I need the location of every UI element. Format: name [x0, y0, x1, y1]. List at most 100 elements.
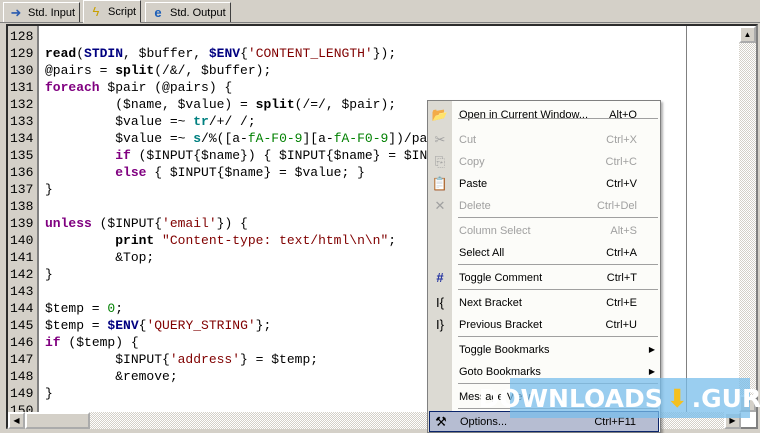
menu-separator: [458, 336, 658, 337]
code-token: ][a-: [302, 131, 334, 146]
code-line: ($name, $value) = split(/=/, $pair);: [45, 96, 396, 113]
menu-item-toggle-comment[interactable]: # Toggle Comment Ctrl+T: [429, 267, 659, 288]
menu-item-shortcut: Ctrl+E: [606, 296, 637, 309]
code-token: $temp =: [45, 301, 108, 316]
menu-separator: [458, 289, 658, 290]
tab-script[interactable]: ϟ Script: [83, 0, 142, 23]
code-token: }: [45, 267, 53, 282]
line-number: 136: [10, 165, 34, 180]
code-line: if ($temp) {: [45, 334, 139, 351]
code-token: ($INPUT{: [91, 216, 163, 231]
code-token: $value =~: [45, 114, 194, 129]
watermark-logo: DOWNLOADS⬇.GURU: [478, 378, 760, 418]
code-token: $value =~: [45, 131, 194, 146]
menu-item-label: Copy: [459, 155, 485, 168]
code-token: /%([a-: [201, 131, 248, 146]
tab-std-output[interactable]: e Std. Output: [145, 2, 231, 22]
tab-std-input[interactable]: ➜ Std. Input: [3, 2, 81, 22]
scissors-icon: ✂: [434, 131, 446, 147]
code-token: {: [240, 46, 248, 61]
line-number: 129: [10, 46, 34, 61]
line-number: 133: [10, 114, 34, 129]
code-token: $temp =: [45, 318, 108, 333]
code-token: });: [372, 46, 397, 61]
delete-icon: ✕: [434, 197, 446, 213]
menu-item-label: Goto Bookmarks: [459, 365, 541, 378]
code-token: (: [76, 46, 85, 61]
code-token: { $INPUT{$name} = $value; }: [146, 165, 365, 180]
code-token: ($temp) {: [60, 335, 139, 350]
previous-bracket-icon: I}: [436, 317, 444, 332]
code-token: &Top;: [45, 250, 155, 265]
line-number: 144: [10, 301, 34, 316]
code-token: 'CONTENT_LENGTH': [247, 46, 373, 61]
menu-item-label: Toggle Bookmarks: [459, 343, 550, 356]
line-number: 142: [10, 267, 34, 282]
code-line: &Top;: [45, 249, 154, 266]
code-token: fA-F0-9: [333, 131, 389, 146]
code-token: tr: [193, 114, 209, 129]
code-token: }: [45, 386, 53, 401]
menu-item-shortcut: Ctrl+Del: [596, 199, 637, 212]
code-line: $temp = $ENV{'QUERY_STRING'};: [45, 317, 271, 334]
menu-item-label: Column Select: [459, 224, 531, 237]
menu-item-select-all[interactable]: Select All Ctrl+A: [429, 242, 659, 263]
code-token: };: [255, 318, 272, 333]
menu-item-shortcut: Ctrl+C: [605, 155, 637, 168]
line-number: 145: [10, 318, 34, 333]
code-token: s: [193, 131, 202, 146]
line-number: 140: [10, 233, 34, 248]
browser-icon: e: [154, 5, 162, 20]
code-token: ;: [388, 233, 397, 248]
menu-item-delete[interactable]: ✕ Delete Ctrl+Del: [429, 195, 659, 216]
download-arrow-icon: ⬇: [666, 383, 688, 413]
line-number: 149: [10, 386, 34, 401]
lightning-icon: ϟ: [92, 4, 100, 19]
line-number: 132: [10, 97, 34, 112]
menu-item-label: Previous Bracket: [459, 318, 543, 331]
menu-item-label: Cut: [459, 133, 477, 146]
vertical-scrollbar[interactable]: ▲ ▼: [739, 26, 756, 412]
code-line: read(STDIN, $buffer, $ENV{'CONTENT_LENGT…: [45, 45, 396, 62]
scroll-thumb[interactable]: [25, 412, 90, 429]
hash-icon: #: [436, 270, 444, 285]
tools-icon: ⚒: [435, 413, 447, 429]
code-line: print "Content-type: text/html\n\n";: [45, 232, 396, 249]
menu-item-column-select[interactable]: Column Select Alt+S: [429, 220, 659, 241]
code-line: }: [45, 385, 53, 402]
code-line: &remove;: [45, 368, 177, 385]
code-token: print: [115, 233, 155, 248]
next-bracket-icon: I{: [436, 295, 444, 310]
code-token: $ENV: [107, 318, 139, 333]
menu-item-copy[interactable]: ⎘ Copy Ctrl+C: [429, 151, 659, 172]
menu-item-paste[interactable]: 📋 Paste Ctrl+V: [429, 173, 659, 194]
line-number: 134: [10, 131, 34, 146]
menu-item-label: Next Bracket: [459, 296, 522, 309]
menu-item-open-in-current-window[interactable]: 📂 Open in Current Window... Alt+O: [429, 104, 659, 125]
code-token: (/=/, $pair);: [294, 97, 397, 112]
line-number: 131: [10, 80, 34, 95]
code-line: unless ($INPUT{'email'}) {: [45, 215, 248, 232]
code-token: /+/ /;: [208, 114, 256, 129]
menu-item-shortcut: Ctrl+X: [606, 133, 637, 146]
menu-item-cut[interactable]: ✂ Cut Ctrl+X: [429, 129, 659, 150]
menu-item-previous-bracket[interactable]: I} Previous Bracket Ctrl+U: [429, 314, 659, 335]
code-token: ;: [115, 301, 124, 316]
copy-icon: ⎘: [434, 153, 446, 169]
line-number: 130: [10, 63, 34, 78]
code-token: $INPUT{: [45, 352, 170, 367]
scroll-left-button[interactable]: ◀: [8, 412, 25, 429]
code-token: split: [115, 63, 155, 78]
scroll-up-button[interactable]: ▲: [739, 26, 756, 43]
code-token: $ENV: [208, 46, 241, 61]
menu-item-next-bracket[interactable]: I{ Next Bracket Ctrl+E: [429, 292, 659, 313]
line-number: 139: [10, 216, 34, 231]
menu-item-label: Paste: [459, 177, 488, 190]
line-number: 147: [10, 352, 34, 367]
menu-item-toggle-bookmarks[interactable]: Toggle Bookmarks ▶: [429, 339, 659, 360]
code-line: $INPUT{'address'} = $temp;: [45, 351, 318, 368]
code-token: }: [45, 182, 53, 197]
